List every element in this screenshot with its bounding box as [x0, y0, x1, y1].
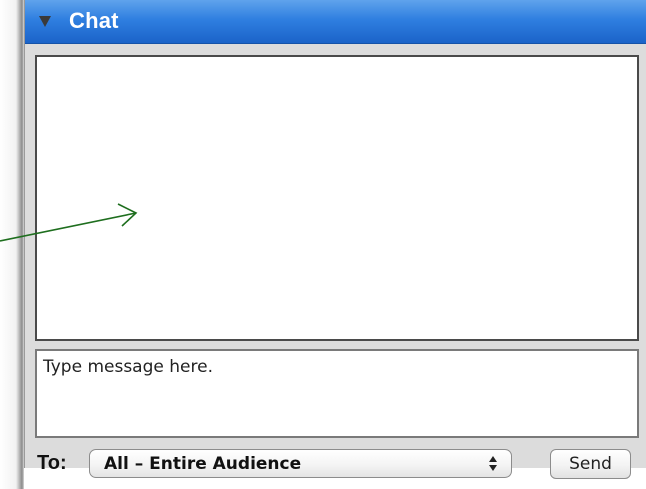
chat-panel: Chat To: All – Entire Audience Send	[24, 0, 646, 479]
chat-panel-title-bar[interactable]: Chat	[25, 0, 646, 44]
panel-title: Chat	[69, 8, 119, 33]
background-window-edge	[0, 0, 24, 489]
to-label: To:	[37, 452, 67, 474]
recipient-selected-value: All – Entire Audience	[104, 454, 302, 474]
message-input[interactable]	[35, 349, 639, 438]
send-button[interactable]: Send	[550, 449, 631, 479]
screenshot-stage: Chat To: All – Entire Audience Send	[0, 0, 646, 489]
select-arrows-icon	[489, 456, 497, 471]
triangle-down-icon[interactable]	[39, 16, 51, 27]
recipient-select[interactable]: All – Entire Audience	[89, 449, 512, 478]
chat-log[interactable]	[35, 55, 639, 341]
